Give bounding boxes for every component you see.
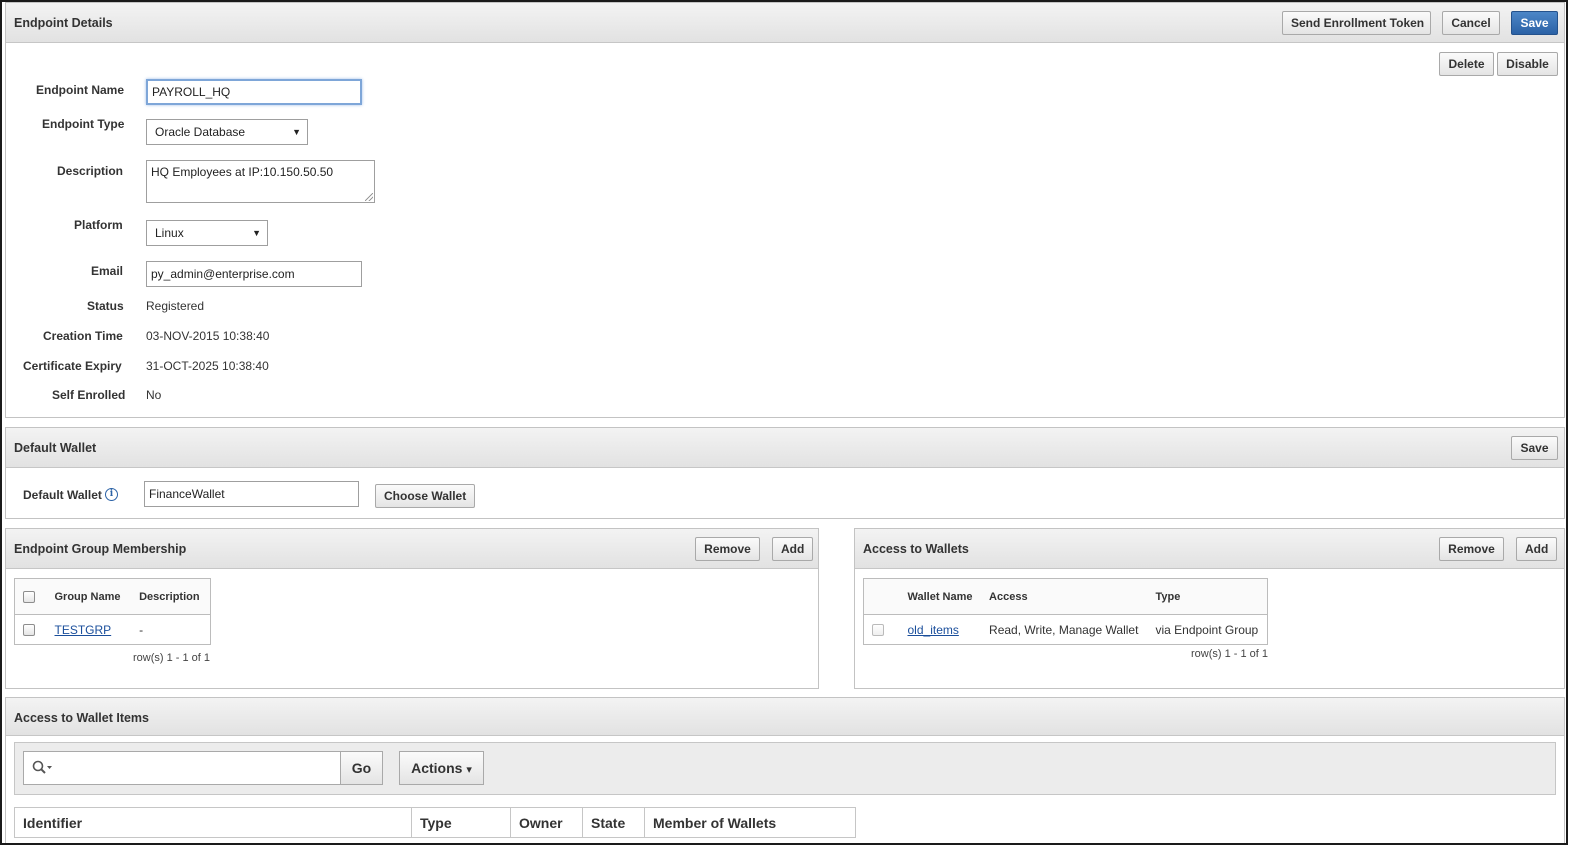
disable-button[interactable]: Disable xyxy=(1497,52,1558,76)
cancel-button[interactable]: Cancel xyxy=(1442,11,1500,35)
wallet-items-table: Identifier Type Owner State Member of Wa… xyxy=(14,807,856,838)
table-row: TESTGRP - xyxy=(15,615,211,645)
description-textarea[interactable]: HQ Employees at IP:10.150.50.50 xyxy=(146,160,375,203)
default-wallet-input[interactable]: FinanceWallet xyxy=(144,481,359,507)
wallet-type-cell: via Endpoint Group xyxy=(1155,622,1259,637)
row-checkbox[interactable] xyxy=(23,624,35,637)
actions-label: Actions xyxy=(411,760,463,776)
column-header[interactable]: Owner xyxy=(510,807,583,838)
chevron-down-icon: ▼ xyxy=(292,127,301,137)
wallet-name-cell: old_items xyxy=(900,615,982,645)
search-icon[interactable] xyxy=(32,760,54,776)
description-label: Description xyxy=(57,164,124,178)
endpoint-details-region: Endpoint Details Send Enrollment Token C… xyxy=(5,2,1565,418)
row-select-cell xyxy=(864,615,900,645)
group-table: Group Name Description TESTGRP - xyxy=(14,578,211,645)
add-button[interactable]: Add xyxy=(1516,537,1557,561)
search-input[interactable] xyxy=(23,751,341,785)
creation-time-label: Creation Time xyxy=(43,329,123,343)
access-wallets-header: Access to Wallets Remove Add xyxy=(855,529,1564,569)
self-enrolled-label: Self Enrolled xyxy=(52,388,126,402)
status-label: Status xyxy=(87,299,124,313)
pagination-text: row(s) 1 - 1 of 1 xyxy=(1191,648,1269,660)
status-value: Registered xyxy=(146,299,205,313)
email-label: Email xyxy=(91,264,124,278)
wallets-table: Wallet Name Access Type old_items Read, … xyxy=(863,578,1268,645)
endpoint-name-input[interactable]: PAYROLL_HQ xyxy=(146,79,362,105)
certificate-expiry-label: Certificate Expiry xyxy=(23,359,122,373)
go-button[interactable]: Go xyxy=(340,751,383,785)
description-value: HQ Employees at IP:10.150.50.50 xyxy=(151,165,334,179)
save-button[interactable]: Save xyxy=(1511,436,1558,460)
row-checkbox[interactable] xyxy=(872,624,884,637)
pagination-text: row(s) 1 - 1 of 1 xyxy=(133,652,211,664)
select-all-cell xyxy=(863,578,900,615)
column-header: Description xyxy=(131,578,211,615)
region-title: Access to Wallet Items xyxy=(14,711,150,725)
region-title: Endpoint Details xyxy=(14,16,113,30)
platform-label: Platform xyxy=(74,218,123,232)
send-enrollment-token-button[interactable]: Send Enrollment Token xyxy=(1282,11,1431,35)
endpoint-details-header: Endpoint Details Send Enrollment Token C… xyxy=(6,3,1564,43)
endpoint-name-label: Endpoint Name xyxy=(36,83,125,97)
app-frame: Endpoint Details Send Enrollment Token C… xyxy=(0,0,1568,845)
wallet-access-cell: Read, Write, Manage Wallet xyxy=(989,622,1139,637)
chevron-down-icon: ▼ xyxy=(252,228,261,238)
remove-button[interactable]: Remove xyxy=(1439,537,1504,561)
info-icon[interactable]: i xyxy=(104,488,118,501)
delete-button[interactable]: Delete xyxy=(1439,52,1494,76)
remove-button[interactable]: Remove xyxy=(695,537,760,561)
group-membership-header: Endpoint Group Membership Remove Add xyxy=(6,529,818,569)
select-all-cell xyxy=(14,578,47,615)
column-header[interactable]: State xyxy=(582,807,645,838)
group-name-cell: TESTGRP xyxy=(47,615,132,645)
access-wallets-region: Access to Wallets Remove Add Wallet Name… xyxy=(854,528,1565,689)
default-wallet-label-text: Default Wallet xyxy=(23,488,102,502)
caret-down-icon: ▾ xyxy=(466,764,472,776)
actions-menu-button[interactable]: Actions ▾ xyxy=(399,751,484,785)
column-header: Access xyxy=(981,578,1148,615)
group-description-cell: - xyxy=(139,622,144,637)
endpoint-type-label: Endpoint Type xyxy=(42,117,125,131)
platform-value: Linux xyxy=(155,226,184,240)
endpoint-type-value: Oracle Database xyxy=(155,125,246,139)
wallet-items-region: Access to Wallet Items Go Actions ▾ Iden… xyxy=(5,697,1565,843)
resize-handle-icon[interactable] xyxy=(365,193,373,201)
column-header: Group Name xyxy=(46,578,132,615)
endpoint-type-select[interactable]: Oracle Database ▼ xyxy=(146,119,308,145)
group-membership-region: Endpoint Group Membership Remove Add Gro… xyxy=(5,528,819,689)
save-button[interactable]: Save xyxy=(1511,11,1558,35)
self-enrolled-value: No xyxy=(146,388,162,402)
column-header[interactable]: Type xyxy=(411,807,511,838)
certificate-expiry-value: 31-OCT-2025 10:38:40 xyxy=(146,359,269,373)
creation-time-value: 03-NOV-2015 10:38:40 xyxy=(146,329,270,343)
wallet-items-header: Access to Wallet Items xyxy=(6,698,1564,736)
table-row: old_items Read, Write, Manage Wallet via… xyxy=(864,615,1268,645)
region-title: Default Wallet xyxy=(14,441,97,455)
column-header: Type xyxy=(1147,578,1268,615)
row-select-cell xyxy=(15,615,47,645)
column-header[interactable]: Identifier xyxy=(14,807,412,838)
default-wallet-header: Default Wallet Save xyxy=(6,428,1564,468)
platform-select[interactable]: Linux ▼ xyxy=(146,220,268,246)
wallet-name-link[interactable]: old_items xyxy=(908,623,959,637)
email-input[interactable]: py_admin@enterprise.com xyxy=(146,261,362,287)
default-wallet-region: Default Wallet Save Default Wallet i Fina… xyxy=(5,427,1565,519)
wallet-items-toolbar: Go Actions ▾ xyxy=(14,742,1556,795)
choose-wallet-button[interactable]: Choose Wallet xyxy=(375,484,475,508)
add-button[interactable]: Add xyxy=(772,537,813,561)
default-wallet-label: Default Wallet i xyxy=(23,488,118,502)
group-name-link[interactable]: TESTGRP xyxy=(55,623,112,637)
column-header[interactable]: Member of Wallets xyxy=(644,807,856,838)
column-header: Wallet Name xyxy=(899,578,982,615)
select-all-checkbox[interactable] xyxy=(23,590,35,603)
region-title: Endpoint Group Membership xyxy=(14,542,187,556)
region-title: Access to Wallets xyxy=(863,542,969,556)
